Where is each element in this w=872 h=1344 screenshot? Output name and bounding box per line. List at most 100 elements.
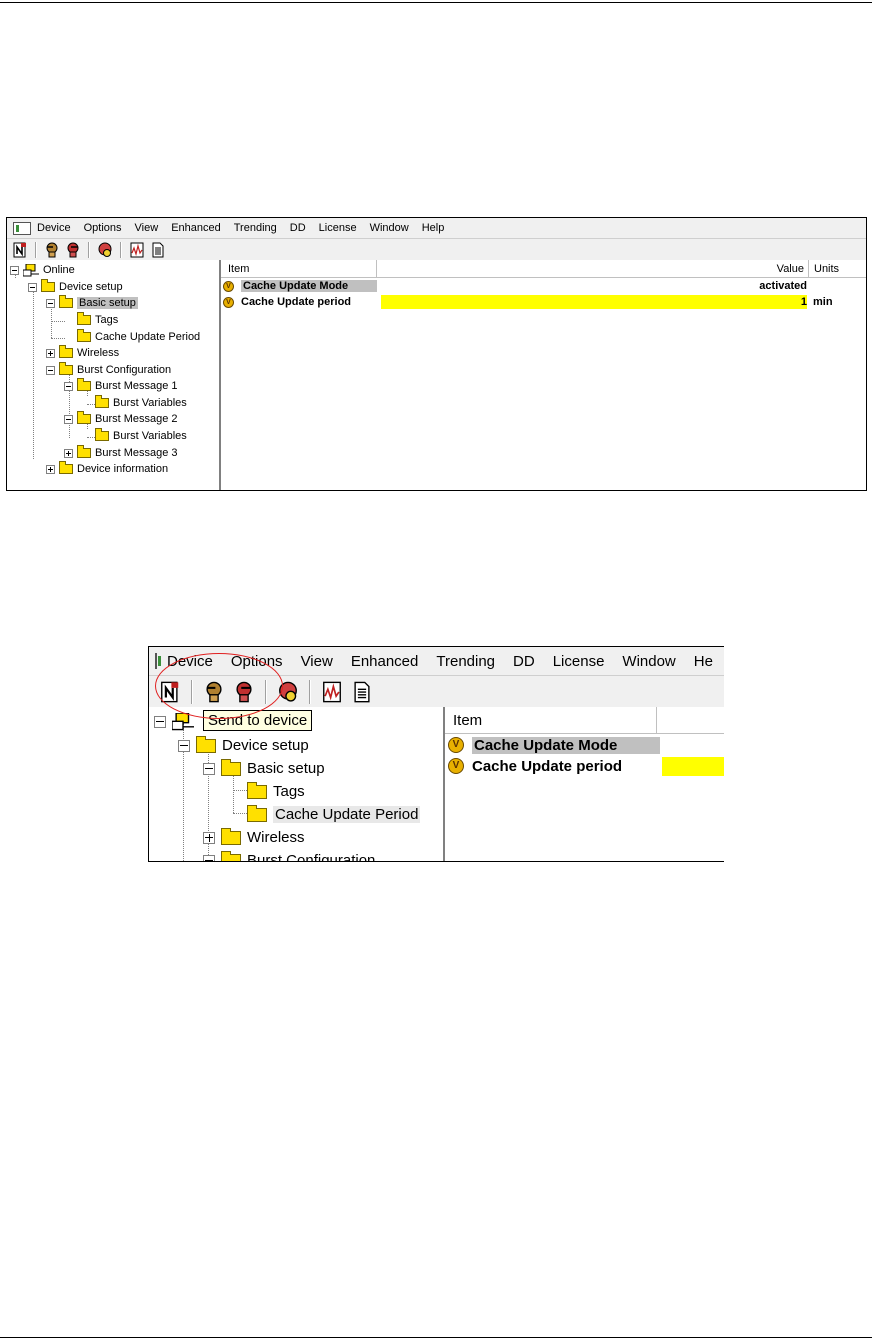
tree-label: Cache Update Period [95, 331, 201, 343]
network-computer-icon [23, 263, 39, 276]
expand-toggle[interactable] [203, 831, 215, 844]
collapse-toggle[interactable] [154, 715, 166, 728]
tree-label: Cache Update Period [273, 806, 421, 823]
tree-node-burst-variables-1[interactable]: Burst Variables [95, 395, 187, 411]
tree-node-burst-configuration[interactable]: Burst Configuration [46, 362, 171, 378]
list-row[interactable]: V Cache Update Mode [448, 735, 724, 755]
collapse-toggle[interactable] [64, 381, 73, 391]
menu-enhanced[interactable]: Enhanced [351, 653, 419, 670]
tree-label: Tags [273, 783, 305, 800]
tree-node-basic-setup[interactable]: Basic setup [46, 295, 138, 311]
menu-help[interactable]: He [694, 653, 713, 670]
collapse-toggle[interactable] [10, 265, 19, 275]
menu-view[interactable]: View [135, 222, 159, 234]
expand-toggle[interactable] [46, 464, 55, 474]
menu-trending[interactable]: Trending [436, 653, 495, 670]
menu-license[interactable]: License [553, 653, 605, 670]
tree-node-cache-update-period[interactable]: Cache Update Period [77, 329, 200, 345]
tree-node-burst-message-3[interactable]: Burst Message 3 [64, 445, 178, 461]
device-status-button[interactable] [96, 241, 114, 259]
item-value-field[interactable]: 1 [381, 295, 807, 309]
offline-device-button[interactable] [11, 241, 29, 259]
tree-node-burst-configuration[interactable]: Burst Configuration [203, 849, 375, 861]
collapse-toggle[interactable] [46, 298, 55, 308]
tree-node-burst-message-1[interactable]: Burst Message 1 [64, 378, 178, 394]
expand-toggle[interactable] [64, 448, 73, 458]
tree-label: Burst Variables [113, 397, 187, 409]
collapse-toggle[interactable] [203, 854, 215, 861]
receive-from-device-button[interactable] [43, 241, 61, 259]
collapse-toggle[interactable] [28, 282, 37, 292]
tree-node-tags[interactable]: Tags [247, 780, 305, 803]
offline-device-icon [13, 242, 26, 257]
tree-node-wireless[interactable]: Wireless [46, 345, 119, 361]
menu-help[interactable]: Help [422, 222, 445, 234]
menu-window[interactable]: Window [622, 653, 675, 670]
menu-device[interactable]: Device [37, 222, 71, 234]
toolbar-separator [35, 241, 37, 258]
tree-node-wireless[interactable]: Wireless [203, 826, 305, 849]
tree-label: Online [43, 264, 75, 276]
collapse-toggle[interactable] [64, 414, 73, 424]
tree-label: Basic setup [77, 297, 138, 309]
menu-enhanced[interactable]: Enhanced [171, 222, 221, 234]
trend-button[interactable] [128, 241, 146, 259]
folder-icon [95, 428, 109, 441]
expand-toggle[interactable] [46, 348, 55, 358]
tree-label: Burst Configuration [77, 364, 172, 376]
tree-node-burst-message-2[interactable]: Burst Message 2 [64, 411, 178, 427]
device-status-icon [98, 242, 112, 257]
collapse-toggle[interactable] [203, 762, 215, 775]
trend-icon [130, 242, 144, 257]
folder-icon [221, 827, 241, 845]
tree-label: Burst Message 1 [95, 380, 178, 392]
menu-options[interactable]: Options [84, 222, 122, 234]
device-window-zoomed: Device Options View Enhanced Trending DD… [148, 646, 724, 862]
list-row[interactable]: V Cache Update period 1 min [223, 295, 863, 309]
column-header-item[interactable]: Item [445, 707, 657, 733]
document-button[interactable] [149, 241, 167, 259]
item-value: activated [759, 280, 807, 292]
tree-node-device-setup[interactable]: Device setup [178, 734, 309, 757]
tree-node-device-information[interactable]: Device information [46, 461, 168, 477]
menu-dd[interactable]: DD [290, 222, 306, 234]
collapse-toggle[interactable] [178, 739, 190, 752]
list-row[interactable]: V Cache Update period [448, 756, 724, 776]
folder-icon [59, 362, 73, 375]
tree-label: Basic setup [247, 760, 325, 777]
tree-label: Tags [95, 314, 119, 326]
tree-node-online[interactable]: Online [10, 262, 75, 278]
document-icon [354, 681, 370, 702]
app-icon[interactable] [13, 221, 31, 235]
menu-view[interactable]: View [301, 653, 333, 670]
receive-from-device-icon [46, 242, 58, 257]
menu-trending[interactable]: Trending [234, 222, 277, 234]
tree-node-cache-update-period[interactable]: Cache Update Period [247, 803, 421, 826]
column-header-value[interactable] [657, 707, 724, 733]
trend-icon [323, 681, 341, 702]
menu-license[interactable]: License [319, 222, 357, 234]
item-value-field[interactable] [662, 756, 724, 776]
list-row[interactable]: V Cache Update Mode activated [223, 279, 863, 293]
trend-button[interactable] [319, 679, 345, 705]
tree-node-burst-variables-2[interactable]: Burst Variables [95, 428, 187, 444]
column-header-label: Item [228, 262, 250, 275]
folder-icon [221, 850, 241, 861]
tree-label: Wireless [77, 347, 120, 359]
tree-node-device-setup[interactable]: Device setup [28, 279, 123, 295]
folder-icon [247, 781, 267, 799]
column-header-value[interactable]: Value [377, 260, 809, 277]
column-header-item[interactable]: Item [221, 260, 377, 277]
variable-icon: V [448, 758, 464, 774]
app-icon[interactable] [155, 653, 161, 669]
tree-node-basic-setup[interactable]: Basic setup [203, 757, 325, 780]
document-button[interactable] [349, 679, 375, 705]
folder-icon [59, 461, 73, 474]
column-header-units[interactable]: Units [809, 260, 866, 277]
menu-window[interactable]: Window [370, 222, 409, 234]
tree-label: Device setup [59, 281, 123, 293]
menu-dd[interactable]: DD [513, 653, 535, 670]
collapse-toggle[interactable] [46, 365, 55, 375]
tree-node-tags[interactable]: Tags [77, 312, 118, 328]
send-to-device-button[interactable] [64, 241, 82, 259]
